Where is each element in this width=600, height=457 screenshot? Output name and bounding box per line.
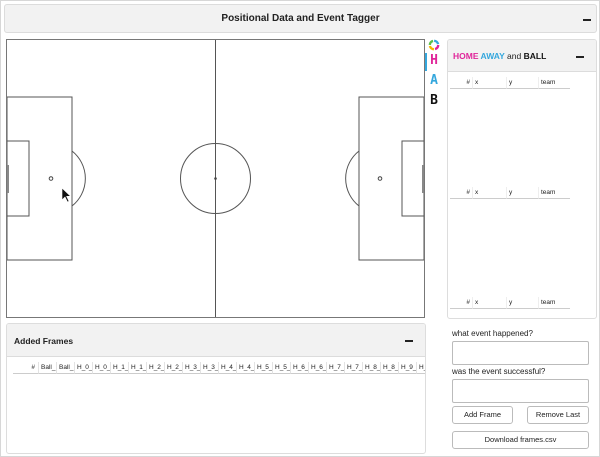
column-header: x: [472, 297, 506, 309]
column-header: y: [506, 77, 538, 89]
left-penalty-spot: [48, 176, 54, 181]
left-penalty-arc: [71, 150, 86, 207]
column-header: y: [506, 187, 538, 199]
column-header: team: [538, 187, 570, 199]
frames-column-header: #: [13, 362, 39, 374]
ball-label: BALL: [523, 51, 547, 61]
frames-column-header: Ball_: [57, 362, 75, 374]
right-goal: [422, 165, 424, 193]
frames-column-header: H_4_: [237, 362, 255, 374]
success-input[interactable]: [452, 379, 589, 403]
positions-panel-title: HOME AWAY and BALL: [453, 51, 546, 61]
right-goal-box: [401, 140, 424, 217]
home-positions-table: # x y team: [450, 77, 570, 89]
left-goal: [7, 165, 9, 193]
team-tag-selector: H A B: [425, 39, 441, 109]
right-penalty-box: [358, 96, 424, 261]
frames-column-header: H_3_: [201, 362, 219, 374]
added-frames-panel: Added Frames # Ball_ Ball_ H_0_ H_0_ H_1_ H_1_…: [6, 323, 426, 454]
frames-column-header: H_6_: [309, 362, 327, 374]
collapse-frames-button[interactable]: [404, 336, 414, 346]
positions-panel-header: HOME AWAY and BALL: [448, 40, 596, 72]
home-label: HOME: [453, 51, 479, 61]
frames-column-header: H_3_: [183, 362, 201, 374]
frames-column-header: H_5_: [255, 362, 273, 374]
frames-column-header: H_1_: [111, 362, 129, 374]
remove-last-button[interactable]: Remove Last: [527, 406, 589, 424]
frames-column-header: H_2_: [147, 362, 165, 374]
frames-column-header: H_8_: [363, 362, 381, 374]
ball-positions-table: # x y team: [450, 297, 570, 309]
frames-column-header: H_7_: [345, 362, 363, 374]
event-input[interactable]: [452, 341, 589, 365]
football-pitch[interactable]: [7, 40, 424, 317]
frames-column-header: H_8_: [381, 362, 399, 374]
positions-panel: HOME AWAY and BALL # x y team # x y team…: [447, 39, 597, 319]
column-header: y: [506, 297, 538, 309]
column-header: team: [538, 297, 570, 309]
frames-column-header: H_0_: [93, 362, 111, 374]
added-frames-title: Added Frames: [14, 336, 74, 346]
away-tag-button[interactable]: A: [427, 74, 441, 88]
frames-column-header: H_7_: [327, 362, 345, 374]
away-label: AWAY: [480, 51, 505, 61]
event-question-label: what event happened?: [452, 329, 533, 338]
page-title: Positional Data and Event Tagger: [221, 13, 380, 24]
frames-column-header: H_9_: [399, 362, 417, 374]
event-form: what event happened? was the event succe…: [447, 325, 597, 455]
away-positions-table: # x y team: [450, 187, 570, 199]
ball-tag-button[interactable]: B: [427, 94, 441, 108]
column-header: #: [450, 297, 472, 309]
download-csv-button[interactable]: Download frames.csv: [452, 431, 589, 449]
app-window: Positional Data and Event Tagger H A B H…: [0, 0, 600, 457]
column-header: #: [450, 187, 472, 199]
column-header: x: [472, 187, 506, 199]
frames-column-header: H_0_: [75, 362, 93, 374]
column-header: team: [538, 77, 570, 89]
left-goal-box: [7, 140, 30, 217]
added-frames-header: Added Frames: [7, 324, 425, 357]
frames-column-header: H_6_: [291, 362, 309, 374]
mouse-cursor-icon: [61, 187, 72, 203]
left-penalty-box: [7, 96, 73, 261]
home-tag-button[interactable]: H: [427, 54, 441, 68]
collapse-positions-button[interactable]: [575, 52, 585, 62]
column-header: x: [472, 77, 506, 89]
collapse-title-button[interactable]: [582, 15, 592, 25]
frames-column-header: H_: [417, 362, 425, 374]
add-frame-button[interactable]: Add Frame: [452, 406, 513, 424]
right-penalty-arc: [345, 150, 360, 207]
pitch-canvas[interactable]: [6, 39, 425, 318]
frames-column-header: H_5_: [273, 362, 291, 374]
and-label: and: [507, 51, 522, 61]
frames-column-header: H_4_: [219, 362, 237, 374]
right-penalty-spot: [377, 176, 383, 181]
frames-column-header: H_2_: [165, 362, 183, 374]
frames-table-header: # Ball_ Ball_ H_0_ H_0_ H_1_ H_1_ H_2_ H_2_ H_3_ H…: [13, 362, 425, 374]
success-question-label: was the event successful?: [452, 367, 546, 376]
center-spot: [214, 177, 217, 180]
title-bar: Positional Data and Event Tagger: [4, 4, 597, 33]
frames-column-header: Ball_: [39, 362, 57, 374]
frames-column-header: H_1_: [129, 362, 147, 374]
column-header: #: [450, 77, 472, 89]
color-wheel-logo-icon: [428, 39, 440, 51]
